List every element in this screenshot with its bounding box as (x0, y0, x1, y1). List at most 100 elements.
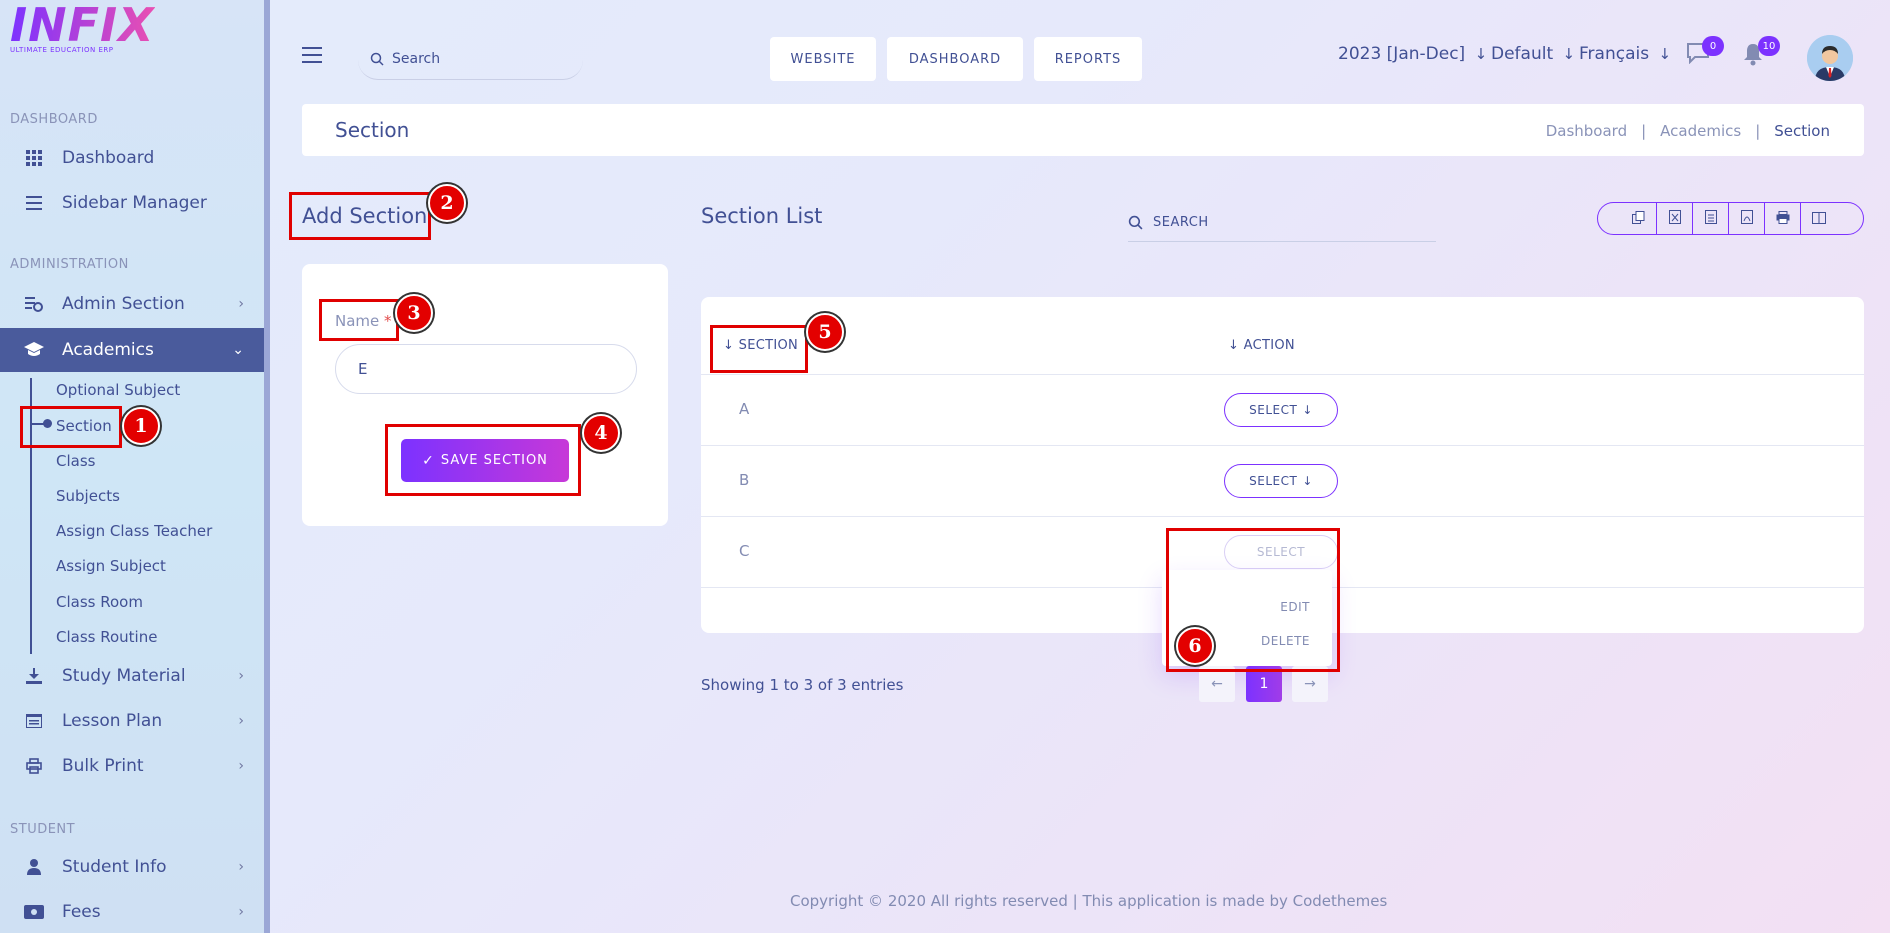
annotation-box (289, 192, 431, 240)
section-list-heading: Section List (701, 204, 823, 228)
printer-icon (24, 757, 44, 775)
header-search-input[interactable] (392, 50, 562, 67)
logo[interactable]: INFIX ULTIMATE EDUCATION ERP (10, 2, 155, 54)
footer-copyright: Copyright © 2020 All rights reserved | T… (790, 892, 1388, 910)
annotation-box (319, 299, 399, 341)
chevron-right-icon: › (238, 668, 244, 684)
notifications-button[interactable]: 10 (1742, 36, 1780, 70)
submenu-item-class[interactable]: Class (56, 452, 95, 470)
chevron-right-icon: › (238, 904, 244, 920)
sidebar-item-label: Sidebar Manager (62, 193, 207, 213)
file-text-icon (1704, 209, 1717, 228)
theme-value: Default (1491, 44, 1554, 64)
arrow-left-icon: ← (1211, 676, 1223, 692)
annotation-marker: 4 (582, 414, 620, 452)
annotation-marker: 5 (806, 313, 844, 351)
arrow-down-icon: ↓ (1562, 45, 1576, 63)
dashboard-button[interactable]: DASHBOARD (887, 37, 1023, 81)
chevron-right-icon: › (238, 296, 244, 312)
column-header-label: ACTION (1243, 338, 1295, 353)
sidebar-item-sidebar-manager[interactable]: Sidebar Manager (0, 181, 264, 225)
sidebar-item-fees[interactable]: Fees › (0, 890, 264, 933)
list-search-input[interactable] (1153, 215, 1413, 230)
select-label: SELECT (1249, 403, 1298, 417)
csv-button[interactable] (1692, 203, 1728, 234)
submenu-item-class-routine[interactable]: Class Routine (56, 628, 157, 646)
nav-section-student: STUDENT (10, 822, 76, 837)
sidebar-item-label: Bulk Print (62, 756, 144, 776)
select-action-button[interactable]: SELECT ↓ (1224, 464, 1338, 498)
sidebar-item-label: Study Material (62, 666, 186, 686)
arrow-down-icon: ↓ (1658, 45, 1672, 63)
reports-button[interactable]: REPORTS (1034, 37, 1142, 81)
columns-icon (1811, 209, 1826, 228)
sidebar-item-academics[interactable]: Academics ⌄ (0, 328, 264, 372)
annotation-marker: 2 (428, 184, 466, 222)
annotation-box (385, 424, 581, 496)
entries-info: Showing 1 to 3 of 3 entries (701, 676, 904, 694)
select-action-button[interactable]: SELECT ↓ (1224, 393, 1338, 427)
grid-icon (24, 149, 44, 167)
language-value: Français (1579, 44, 1650, 64)
hamburger-menu-icon[interactable] (302, 47, 322, 63)
printer-icon (1776, 209, 1790, 228)
sidebar-item-label: Fees (62, 902, 101, 922)
excel-icon (1668, 209, 1681, 228)
sidebar-item-admin-section[interactable]: Admin Section › (0, 282, 264, 326)
sidebar-item-lesson-plan[interactable]: Lesson Plan › (0, 699, 264, 743)
chevron-right-icon: › (238, 713, 244, 729)
messages-button[interactable]: 0 (1686, 36, 1724, 68)
chevron-right-icon: › (238, 859, 244, 875)
breadcrumb-current: Section (1774, 122, 1830, 140)
logo-text: INFIX (10, 0, 155, 52)
submenu-item-subjects[interactable]: Subjects (56, 487, 120, 505)
copy-button[interactable] (1620, 203, 1656, 234)
website-button[interactable]: WEBSITE (770, 37, 876, 81)
academic-year-dropdown[interactable]: 2023 [Jan-Dec] ↓ (1338, 44, 1487, 64)
search-icon (1128, 215, 1143, 230)
breadcrumb: Dashboard | Academics | Section (1546, 122, 1830, 140)
table-cell-section: B (739, 471, 750, 489)
bell-icon (1742, 44, 1764, 70)
chevron-right-icon: › (238, 758, 244, 774)
header-search (358, 38, 583, 80)
avatar[interactable] (1807, 35, 1853, 81)
pdf-button[interactable] (1728, 203, 1764, 234)
sidebar-item-study-material[interactable]: Study Material › (0, 654, 264, 698)
annotation-marker: 1 (122, 407, 160, 445)
sidebar-item-label: Student Info (62, 857, 167, 877)
menu-lines-icon (24, 194, 44, 212)
breadcrumb-academics[interactable]: Academics (1660, 122, 1741, 140)
sidebar-item-bulk-print[interactable]: Bulk Print › (0, 744, 264, 788)
table-cell-section: A (739, 400, 750, 418)
arrow-down-icon: ↓ (1302, 403, 1313, 417)
language-dropdown[interactable]: Français ↓ (1579, 44, 1671, 64)
excel-button[interactable] (1656, 203, 1692, 234)
annotation-marker: 3 (395, 294, 433, 332)
sidebar-item-student-info[interactable]: Student Info › (0, 845, 264, 889)
submenu-item-assign-class-teacher[interactable]: Assign Class Teacher (56, 522, 212, 540)
arrow-down-icon: ↓ (1302, 474, 1313, 488)
page-title-bar: Section Dashboard | Academics | Section (302, 104, 1864, 156)
row-divider (701, 445, 1864, 446)
submenu-item-class-room[interactable]: Class Room (56, 593, 143, 611)
column-header-action[interactable]: ↓ ACTION (1228, 338, 1295, 353)
list-search (1128, 204, 1436, 242)
export-toolbar (1597, 202, 1864, 235)
money-icon (24, 903, 44, 921)
copy-icon (1631, 209, 1645, 228)
columns-button[interactable] (1800, 203, 1836, 234)
row-divider (701, 374, 1864, 375)
sidebar-item-label: Lesson Plan (62, 711, 163, 731)
section-name-input[interactable] (335, 344, 637, 394)
breadcrumb-dashboard[interactable]: Dashboard (1546, 122, 1627, 140)
annotation-marker: 6 (1176, 627, 1214, 665)
print-button[interactable] (1764, 203, 1800, 234)
submenu-item-assign-subject[interactable]: Assign Subject (56, 557, 166, 575)
download-icon (24, 667, 44, 685)
theme-dropdown[interactable]: Default ↓ (1491, 44, 1575, 64)
sidebar-item-dashboard[interactable]: Dashboard (0, 136, 264, 180)
submenu-item-optional-subject[interactable]: Optional Subject (56, 381, 180, 399)
arrow-down-icon: ↓ (1474, 45, 1488, 63)
page-title: Section (335, 118, 410, 142)
